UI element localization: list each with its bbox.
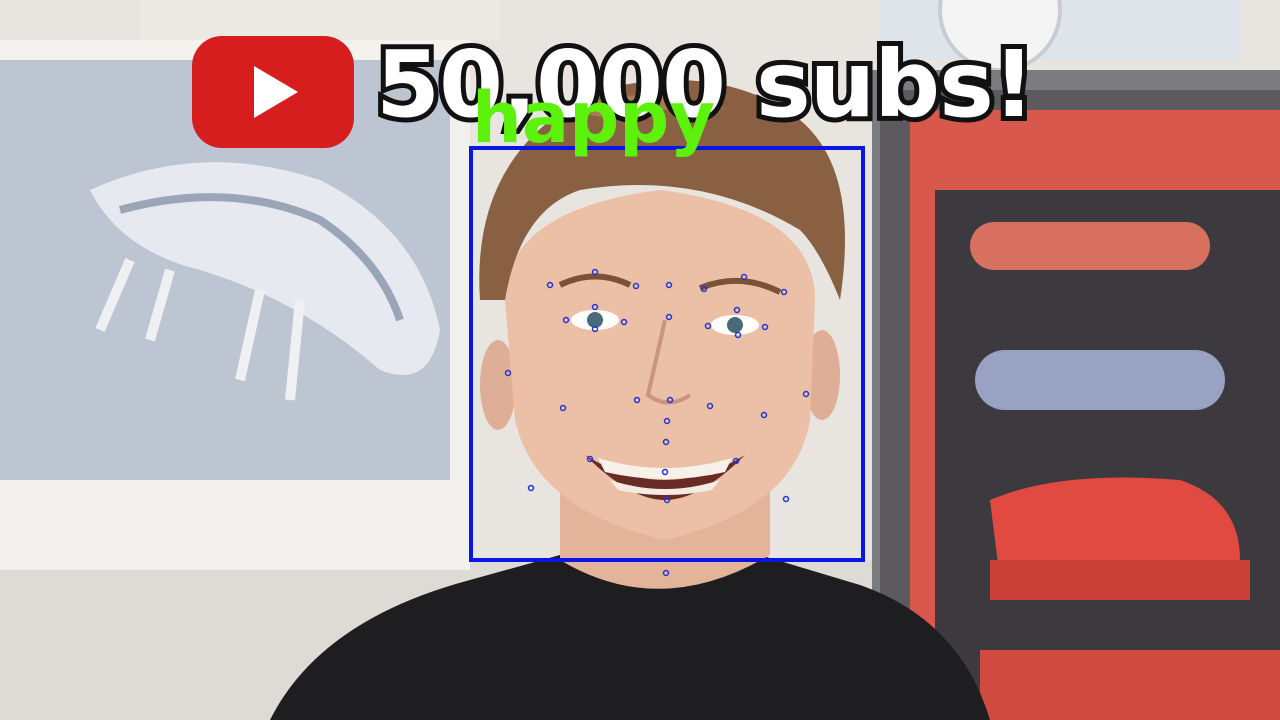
facial-landmarks bbox=[504, 268, 810, 577]
emotion-label: happy bbox=[472, 77, 715, 159]
video-frame: 50,000 subs! happy bbox=[0, 0, 1280, 720]
